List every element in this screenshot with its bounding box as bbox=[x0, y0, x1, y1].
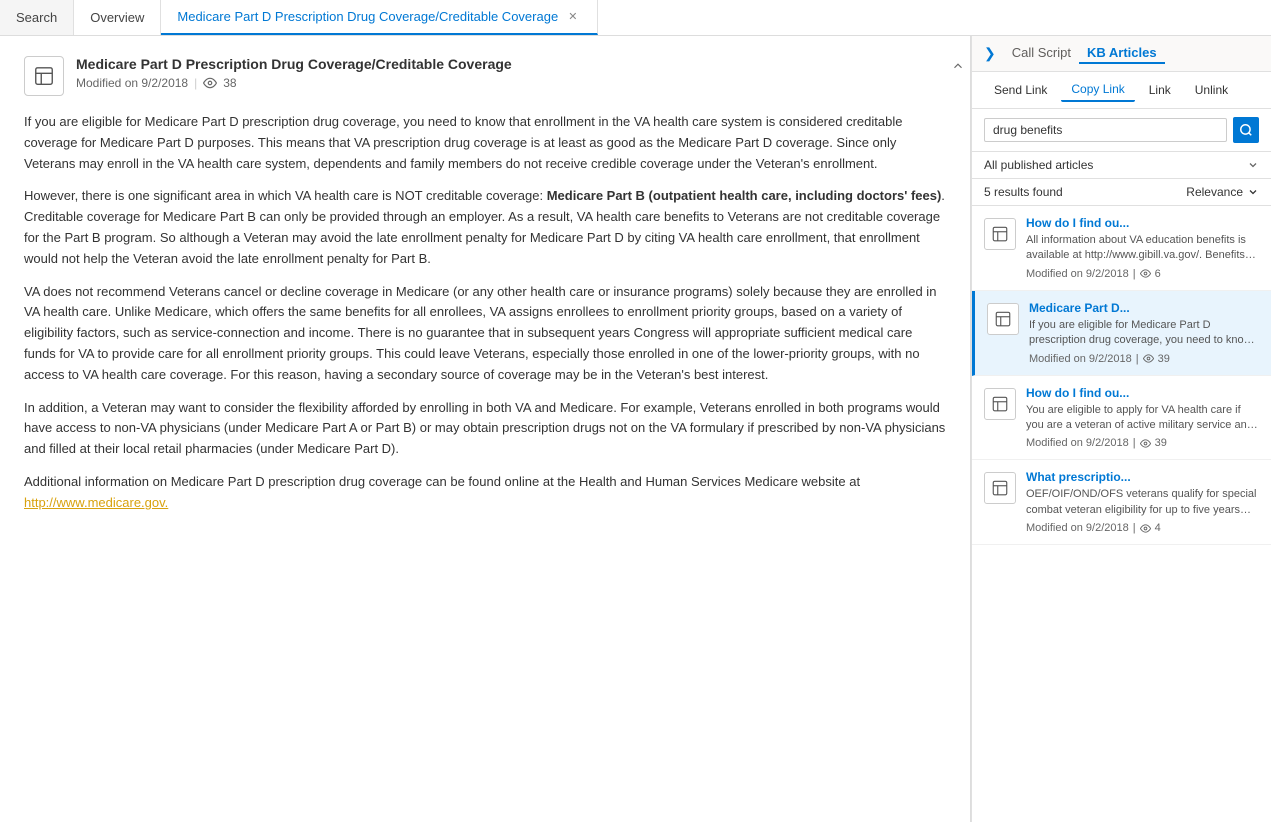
tab-article[interactable]: Medicare Part D Prescription Drug Covera… bbox=[161, 0, 598, 35]
kb-item-4-icon bbox=[984, 472, 1016, 504]
article-meta: Modified on 9/2/2018 | 38 bbox=[76, 76, 946, 90]
panel-title-tabs: Call Script KB Articles bbox=[1004, 43, 1165, 64]
article-paragraph-5: Additional information on Medicare Part … bbox=[24, 472, 946, 514]
filter-label: All published articles bbox=[984, 158, 1247, 172]
tab-overview[interactable]: Overview bbox=[74, 0, 161, 35]
article-body: If you are eligible for Medicare Part D … bbox=[24, 112, 946, 514]
kb-item-4-meta: Modified on 9/2/2018 | 4 bbox=[1026, 522, 1259, 534]
unlink-button[interactable]: Unlink bbox=[1185, 79, 1238, 101]
top-nav: Search Overview Medicare Part D Prescrip… bbox=[0, 0, 1271, 36]
kb-item-1-modified: Modified on 9/2/2018 bbox=[1026, 268, 1129, 280]
article-paragraph-4: In addition, a Veteran may want to consi… bbox=[24, 398, 946, 460]
article-title-block: Medicare Part D Prescription Drug Covera… bbox=[76, 56, 946, 90]
kb-meta-sep-3: | bbox=[1133, 437, 1136, 449]
article-paragraph-3: VA does not recommend Veterans cancel or… bbox=[24, 282, 946, 386]
kb-item-4-title: What prescriptio... bbox=[1026, 470, 1259, 484]
kb-item-3-views: 39 bbox=[1155, 437, 1167, 449]
kb-search-input[interactable] bbox=[984, 118, 1227, 142]
kb-item-2-meta: Modified on 9/2/2018 | 39 bbox=[1029, 353, 1259, 365]
close-tab-icon[interactable]: ✕ bbox=[564, 8, 581, 25]
kb-item-3-modified: Modified on 9/2/2018 bbox=[1026, 437, 1129, 449]
results-count: 5 results found bbox=[984, 185, 1063, 199]
kb-item-1-views: 6 bbox=[1155, 268, 1161, 280]
kb-item-2-icon bbox=[987, 303, 1019, 335]
send-link-button[interactable]: Send Link bbox=[984, 79, 1057, 101]
panel-header: ❯ Call Script KB Articles bbox=[972, 36, 1271, 72]
kb-item-4-views: 4 bbox=[1155, 522, 1161, 534]
tab-call-script[interactable]: Call Script bbox=[1004, 43, 1079, 64]
copy-link-button[interactable]: Copy Link bbox=[1061, 78, 1134, 102]
kb-item-1-content: How do I find ou... All information abou… bbox=[1026, 216, 1259, 280]
article-title: Medicare Part D Prescription Drug Covera… bbox=[76, 56, 946, 72]
kb-meta-sep-2: | bbox=[1136, 353, 1139, 365]
kb-item-2-content: Medicare Part D... If you are eligible f… bbox=[1029, 301, 1259, 365]
kb-item-4-modified: Modified on 9/2/2018 bbox=[1026, 522, 1129, 534]
kb-item-1[interactable]: How do I find ou... All information abou… bbox=[972, 206, 1271, 291]
search-bar bbox=[972, 109, 1271, 152]
results-header: 5 results found Relevance bbox=[972, 179, 1271, 206]
kb-meta-sep-4: | bbox=[1133, 522, 1136, 534]
article-paragraph-2: However, there is one significant area i… bbox=[24, 186, 946, 269]
kb-item-2-views: 39 bbox=[1158, 353, 1170, 365]
kb-item-2-title: Medicare Part D... bbox=[1029, 301, 1259, 315]
kb-item-2[interactable]: Medicare Part D... If you are eligible f… bbox=[972, 291, 1271, 376]
article-header: Medicare Part D Prescription Drug Covera… bbox=[24, 56, 946, 96]
content-area: Medicare Part D Prescription Drug Covera… bbox=[0, 36, 971, 822]
kb-meta-sep-1: | bbox=[1133, 268, 1136, 280]
tab-search[interactable]: Search bbox=[0, 0, 74, 35]
kb-item-3-desc: You are eligible to apply for VA health … bbox=[1026, 403, 1259, 434]
article-paragraph-1: If you are eligible for Medicare Part D … bbox=[24, 112, 946, 174]
kb-item-3[interactable]: How do I find ou... You are eligible to … bbox=[972, 376, 1271, 461]
collapse-button[interactable] bbox=[946, 54, 970, 78]
kb-item-4-desc: OEF/OIF/OND/OFS veterans qualify for spe… bbox=[1026, 487, 1259, 518]
meta-separator-1: | bbox=[194, 76, 197, 90]
kb-item-3-title: How do I find ou... bbox=[1026, 386, 1259, 400]
kb-item-3-content: How do I find ou... You are eligible to … bbox=[1026, 386, 1259, 450]
main-container: Medicare Part D Prescription Drug Covera… bbox=[0, 36, 1271, 822]
article-modified-date: Modified on 9/2/2018 bbox=[76, 76, 188, 90]
kb-item-4-content: What prescriptio... OEF/OIF/OND/OFS vete… bbox=[1026, 470, 1259, 534]
article-views-count: 38 bbox=[223, 76, 236, 90]
panel-chevron-icon[interactable]: ❯ bbox=[984, 45, 996, 62]
kb-item-1-icon bbox=[984, 218, 1016, 250]
kb-item-3-meta: Modified on 9/2/2018 | 39 bbox=[1026, 437, 1259, 449]
filter-bar: All published articles bbox=[972, 152, 1271, 179]
medicare-link[interactable]: http://www.medicare.gov. bbox=[24, 495, 168, 510]
para5-before: Additional information on Medicare Part … bbox=[24, 474, 860, 489]
kb-item-2-modified: Modified on 9/2/2018 bbox=[1029, 353, 1132, 365]
panel-actions: Send Link Copy Link Link Unlink bbox=[972, 72, 1271, 109]
kb-articles-list: How do I find ou... All information abou… bbox=[972, 206, 1271, 822]
kb-item-1-title: How do I find ou... bbox=[1026, 216, 1259, 230]
filter-dropdown[interactable] bbox=[1247, 159, 1259, 171]
right-panel: ❯ Call Script KB Articles Send Link Copy… bbox=[971, 36, 1271, 822]
kb-item-1-desc: All information about VA education benef… bbox=[1026, 233, 1259, 264]
kb-item-3-icon bbox=[984, 388, 1016, 420]
para2-bold: Medicare Part B (outpatient health care,… bbox=[547, 188, 942, 203]
views-eye-icon bbox=[203, 76, 217, 90]
para2-before: However, there is one significant area i… bbox=[24, 188, 547, 203]
kb-item-4[interactable]: What prescriptio... OEF/OIF/OND/OFS vete… bbox=[972, 460, 1271, 545]
link-button[interactable]: Link bbox=[1139, 79, 1181, 101]
article-book-icon bbox=[24, 56, 64, 96]
kb-item-1-meta: Modified on 9/2/2018 | 6 bbox=[1026, 268, 1259, 280]
kb-item-2-desc: If you are eligible for Medicare Part D … bbox=[1029, 318, 1259, 349]
kb-search-button[interactable] bbox=[1233, 117, 1259, 143]
tab-kb-articles[interactable]: KB Articles bbox=[1079, 43, 1165, 64]
relevance-sort[interactable]: Relevance bbox=[1186, 185, 1259, 199]
